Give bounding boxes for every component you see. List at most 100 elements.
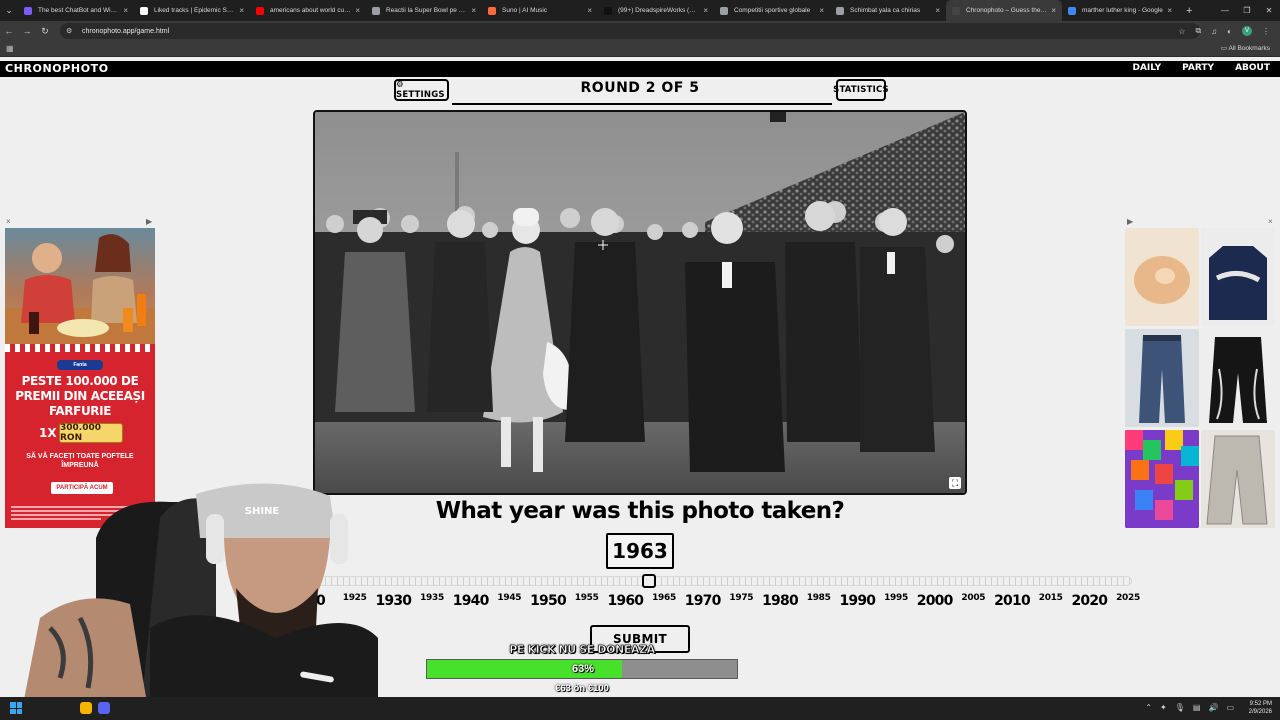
browser-tab[interactable]: Liked tracks | Epidemic Sound × (134, 0, 250, 21)
ad-left-close-icon[interactable]: × (6, 217, 11, 226)
all-bookmarks-label: All Bookmarks (1228, 45, 1270, 52)
windows-taskbar: ⌃ ✦ 🎙 ▤ 🔊 ▭ 9:52 PM 2/9/2026 (0, 697, 1280, 720)
year-slider-track[interactable] (312, 576, 1132, 586)
ad-product-shirt[interactable] (1125, 430, 1199, 528)
tab-list: The best ChatBot and Widget × Liked tracks… (18, 0, 1178, 21)
clock-time: 9:52 PM (1249, 701, 1272, 707)
nav-about[interactable]: ABOUT (1235, 63, 1270, 73)
ad-right-adchoices-icon[interactable]: ▶ (1127, 217, 1133, 226)
tab-favicon-icon (256, 6, 264, 15)
year-slider-thumb[interactable] (641, 574, 656, 588)
browser-tab[interactable]: Competitii sportive globale × (714, 0, 830, 21)
tab-close-icon[interactable]: × (239, 6, 244, 15)
profile-sync-icon[interactable]: ◐ (1227, 27, 1232, 36)
donation-progress-bar: 63% (426, 659, 738, 679)
media-icon[interactable]: ♫ (1211, 27, 1217, 36)
menu-icon[interactable]: ⋮ (1262, 27, 1270, 36)
historic-photo-image (315, 112, 965, 493)
donation-percent: 63% (571, 663, 595, 675)
fanta-logo: Fanta (57, 360, 103, 370)
settings-button[interactable]: ⚙ SETTINGS (394, 79, 449, 101)
round-divider (452, 103, 832, 105)
tab-favicon-icon (140, 6, 148, 15)
profile-avatar[interactable]: V (1242, 26, 1252, 36)
browser-tab[interactable]: marther luther king - Google × (1062, 0, 1178, 21)
tab-close-icon[interactable]: × (1051, 6, 1056, 15)
browser-tab[interactable]: Chronophoto – Guess the Yea × (946, 0, 1062, 21)
year-display[interactable]: 1963 (606, 533, 674, 569)
ad-product-sweater[interactable] (1201, 228, 1275, 326)
tab-close-icon[interactable]: × (587, 6, 592, 15)
ad-banner-right[interactable] (1125, 228, 1275, 528)
url-text: chronophoto.app/game.html (82, 27, 170, 35)
timeline-label-major: 2020 (1071, 593, 1108, 609)
tab-close-icon[interactable]: × (355, 6, 360, 15)
timeline-label-minor: 2005 (961, 593, 986, 603)
minimize-icon[interactable]: — (1214, 6, 1236, 15)
taskbar-discord-icon[interactable] (98, 702, 110, 714)
site-info-icon[interactable]: ⚙ (66, 27, 75, 36)
streamer-webcam: SHINE (0, 478, 378, 720)
tab-close-icon[interactable]: × (703, 6, 708, 15)
round-title: ROUND 2 OF 5 (580, 80, 700, 96)
game-photo: ⛶ (313, 110, 967, 495)
ad-product-jeans[interactable] (1125, 329, 1199, 427)
browser-tab[interactable]: The best ChatBot and Widget × (18, 0, 134, 21)
taskbar-chrome-icon[interactable] (80, 702, 92, 714)
site-header: CHRONOPHOTO DAILY PARTY ABOUT (0, 61, 1280, 77)
ad-right-close-icon[interactable]: × (1268, 217, 1273, 226)
cushion-image (1134, 256, 1190, 304)
browser-tab[interactable]: Schimbat yala ca chirias × (830, 0, 946, 21)
nav-daily[interactable]: DAILY (1133, 63, 1162, 73)
tab-close-icon[interactable]: × (819, 6, 824, 15)
timeline-label-minor: 1965 (652, 593, 676, 603)
forward-icon[interactable]: → (18, 26, 36, 36)
address-bar-row: ← → ↻ ⚙ chronophoto.app/game.html ☆ ⧉ ♫ … (0, 21, 1280, 41)
tab-title: (99+) DreadspireWorks (@dre (618, 7, 700, 14)
tab-title: Competitii sportive globale (734, 7, 811, 14)
browser-tab[interactable]: Suno | AI Music × (482, 0, 598, 21)
timeline-label-minor: 1955 (574, 593, 599, 603)
apps-grid-icon[interactable]: ▦ (6, 44, 15, 53)
sweater-image (1209, 246, 1267, 320)
ad-product-cushion[interactable] (1125, 228, 1199, 326)
timeline-label-major: 2000 (916, 593, 954, 609)
tab-close-icon[interactable]: × (935, 6, 940, 15)
back-icon[interactable]: ← (0, 26, 18, 36)
url-input[interactable]: ⚙ chronophoto.app/game.html (60, 23, 1200, 39)
fullscreen-icon[interactable]: ⛶ (949, 477, 961, 489)
browser-tab[interactable]: americans about world cup a × (250, 0, 366, 21)
browser-tab[interactable]: Reactii la Super Bowl pe Kick × (366, 0, 482, 21)
site-logo[interactable]: CHRONOPHOTO (5, 62, 109, 75)
taskbar-clock[interactable]: 9:52 PM 2/9/2026 (1238, 700, 1272, 716)
nav-party[interactable]: PARTY (1182, 63, 1214, 73)
tab-close-icon[interactable]: × (1167, 6, 1172, 15)
donation-amount: €63 ön €100 (555, 683, 609, 694)
tray-mic-icon[interactable]: 🎙 (1175, 703, 1185, 712)
tab-close-icon[interactable]: × (471, 6, 476, 15)
window-close-icon[interactable]: ✕ (1258, 6, 1280, 15)
timeline-label-major: 1970 (684, 593, 722, 609)
ad-product-trousers[interactable] (1201, 430, 1275, 528)
new-tab-button[interactable]: + (1186, 5, 1192, 17)
extensions-icon[interactable]: ⧉ (1195, 26, 1201, 36)
reload-icon[interactable]: ↻ (36, 26, 54, 37)
maximize-icon[interactable]: ❐ (1236, 6, 1258, 15)
tray-bluetooth-icon[interactable]: ✦ (1160, 703, 1167, 712)
ad-left-adchoices-icon[interactable]: ▶ (146, 217, 152, 226)
statistics-button[interactable]: STATISTICS (833, 79, 889, 101)
bookmark-star-icon[interactable]: ☆ (1178, 27, 1185, 36)
windows-start-icon[interactable] (10, 702, 22, 714)
timeline-label-major: 1990 (839, 593, 876, 609)
browser-tab[interactable]: (99+) DreadspireWorks (@dre × (598, 0, 714, 21)
ad-couple-image (5, 234, 155, 346)
bookmarks-bar: ▦ ▭ All Bookmarks (0, 41, 1280, 57)
ad-product-cargo-pants[interactable] (1201, 329, 1275, 427)
tab-search-icon[interactable]: ⌄ (0, 0, 18, 21)
tray-battery-icon[interactable]: ▭ (1226, 703, 1234, 712)
tab-close-icon[interactable]: × (123, 6, 128, 15)
tray-chevron-icon[interactable]: ⌃ (1145, 703, 1152, 712)
tray-volume-icon[interactable]: 🔊 (1208, 703, 1218, 712)
all-bookmarks-button[interactable]: ▭ All Bookmarks (1221, 44, 1270, 52)
tray-network-icon[interactable]: ▤ (1193, 703, 1201, 712)
